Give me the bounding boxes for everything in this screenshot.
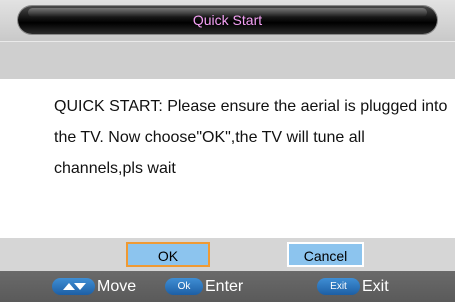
title-bar: Quick Start [0, 0, 455, 41]
header-band [0, 41, 455, 79]
hint-exit-label: Exit [362, 278, 389, 295]
dialog-message: QUICK START: Please ensure the aerial is… [54, 98, 448, 177]
hint-exit: Exit Exit [317, 277, 389, 296]
title-pill: Quick Start [18, 6, 437, 34]
up-down-arrows-icon [52, 278, 95, 295]
dialog-title: Quick Start [192, 12, 263, 28]
hint-enter-label: Enter [205, 278, 244, 295]
exit-key-icon: Exit [317, 278, 360, 295]
hint-enter: Ok Enter [165, 277, 243, 296]
ok-key-icon: Ok [165, 278, 203, 295]
message-area: QUICK START: Please ensure the aerial is… [0, 79, 455, 238]
button-row: OK Cancel [0, 238, 455, 271]
hint-move-label: Move [97, 278, 137, 295]
hint-move: Move [52, 277, 136, 296]
cancel-button[interactable]: Cancel [287, 242, 364, 267]
quick-start-screen: Quick Start QUICK START: Please ensure t… [0, 0, 455, 302]
ok-button[interactable]: OK [126, 242, 210, 267]
key-hint-bar: Move Ok Enter Exit Exit [0, 271, 455, 302]
